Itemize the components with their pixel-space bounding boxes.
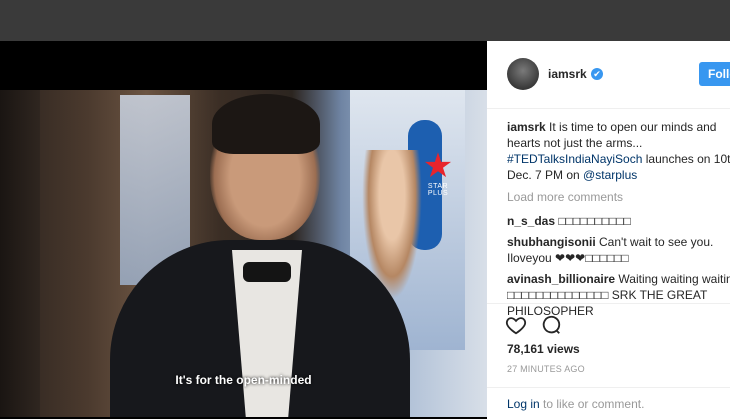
- comment-text: □□□□□□□□□□: [558, 214, 631, 228]
- top-overlay-bar: [0, 0, 730, 41]
- caption-mention[interactable]: @starplus: [583, 168, 637, 182]
- login-link[interactable]: Log in: [507, 397, 540, 411]
- comment-item: shubhangisonii Can't wait to see you. Il…: [507, 234, 730, 266]
- caption: iamsrk It is time to open our minds and …: [507, 119, 730, 183]
- comment-icon[interactable]: [540, 314, 562, 336]
- video-player[interactable]: ★ STAR PLUS It's for the open-minded: [0, 41, 487, 419]
- post-side-panel: iamsrk ✔ Follo iamsrk It is time to open…: [487, 41, 730, 419]
- post-timestamp[interactable]: 27 MINUTES AGO: [507, 364, 585, 374]
- caption-username[interactable]: iamsrk: [507, 120, 546, 134]
- caption-hashtag[interactable]: #TEDTalksIndiaNayiSoch: [507, 152, 642, 166]
- star-plus-logo: ★ STAR PLUS: [418, 149, 458, 209]
- heart-icon[interactable]: [505, 314, 527, 336]
- comment-username[interactable]: shubhangisonii: [507, 235, 596, 249]
- verified-badge-icon: ✔: [591, 68, 603, 80]
- comments-list: iamsrk It is time to open our minds and …: [507, 119, 730, 324]
- post-header: iamsrk ✔ Follo: [487, 41, 730, 109]
- channel-logo-text: STAR PLUS: [427, 183, 449, 197]
- post-actions: 78,161 views 27 MINUTES AGO Log in to li…: [487, 303, 730, 419]
- post-username[interactable]: iamsrk: [548, 67, 587, 81]
- login-text: to like or comment.: [543, 397, 645, 411]
- comment-username[interactable]: n_s_das: [507, 214, 555, 228]
- comment-username[interactable]: avinash_billionaire: [507, 272, 615, 286]
- follow-button[interactable]: Follo: [699, 62, 730, 86]
- login-prompt: Log in to like or comment.: [487, 387, 730, 419]
- video-subtitle: It's for the open-minded: [175, 373, 312, 387]
- video-frame: [0, 90, 487, 417]
- load-more-comments[interactable]: Load more comments: [507, 189, 730, 205]
- comment-item: n_s_das □□□□□□□□□□: [507, 213, 730, 229]
- view-count[interactable]: 78,161 views: [507, 342, 580, 356]
- avatar[interactable]: [507, 58, 539, 90]
